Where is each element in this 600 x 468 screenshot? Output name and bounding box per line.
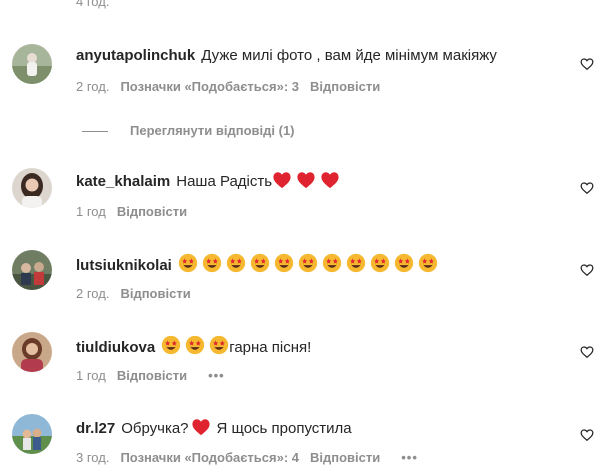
- star-struck-emoji-icon: [162, 335, 181, 355]
- red-heart-emoji-icon: [320, 171, 344, 195]
- comment-text: Наша Радість: [176, 173, 273, 190]
- view-replies-label: Переглянути відповіді (1): [130, 123, 295, 138]
- comment-body: anyutapolinchuk Дуже милі фото , вам йде …: [76, 46, 497, 66]
- comment-like-count[interactable]: Позначки «Подобається»: 4: [120, 450, 299, 465]
- comment-body: kate_khalaim Наша Радість: [76, 171, 344, 195]
- comment-text: Я щось пропустила: [216, 420, 352, 437]
- reply-button[interactable]: Відповісти: [117, 204, 187, 219]
- red-heart-emoji-icon: [272, 171, 296, 195]
- comment-username[interactable]: dr.l27: [76, 420, 115, 437]
- comment-meta: 1 год Відповісти: [76, 204, 198, 220]
- star-struck-emoji-icon: [322, 253, 342, 273]
- comment-username[interactable]: kate_khalaim: [76, 173, 170, 190]
- comment-time[interactable]: 2 год.: [76, 286, 109, 301]
- avatar[interactable]: [12, 332, 52, 372]
- star-struck-emoji-icon: [370, 253, 390, 273]
- comment-body: tiuldiukova гарна пісня!: [76, 335, 311, 361]
- comment-meta: 1 год Відповісти •••: [76, 368, 236, 384]
- heart-outline-icon[interactable]: [580, 57, 594, 71]
- comment-body: dr.l27 Обручка? Я щось пропустила: [76, 418, 352, 442]
- comment-time[interactable]: 2 год.: [76, 79, 109, 94]
- comment-username[interactable]: anyutapolinchuk: [76, 47, 195, 64]
- comment-meta: 3 год. Позначки «Подобається»: 4 Відповіст…: [76, 450, 429, 466]
- comment-username[interactable]: tiuldiukova: [76, 339, 155, 356]
- star-struck-emoji-icon: [274, 253, 294, 273]
- comment-meta: 2 год. Відповісти: [76, 286, 202, 302]
- star-struck-emoji-icon: [250, 253, 270, 273]
- red-heart-emoji-icon: [191, 418, 215, 442]
- comment-text: гарна пісня!: [229, 339, 312, 356]
- heart-outline-icon[interactable]: [580, 181, 594, 195]
- reply-button[interactable]: Відповісти: [310, 79, 380, 94]
- star-struck-emoji-icon: [202, 253, 222, 273]
- replies-divider: [82, 131, 108, 133]
- comment-meta: 2 год. Позначки «Подобається»: 3 Відповіст…: [76, 79, 391, 95]
- red-heart-emoji-icon: [296, 171, 320, 195]
- more-options-button[interactable]: •••: [208, 368, 225, 383]
- comment-username[interactable]: lutsiuknikolai: [76, 257, 172, 274]
- more-options-button[interactable]: •••: [401, 450, 418, 465]
- reply-button[interactable]: Відповісти: [310, 450, 380, 465]
- heart-outline-icon[interactable]: [580, 263, 594, 277]
- avatar[interactable]: [12, 44, 52, 84]
- star-struck-emoji-icon: [418, 253, 438, 273]
- star-struck-emoji-icon: [346, 253, 366, 273]
- view-replies-button[interactable]: Переглянути відповіді (1): [82, 123, 295, 138]
- star-struck-emoji-icon: [178, 253, 198, 273]
- star-struck-emoji-icon: [298, 253, 318, 273]
- avatar[interactable]: [12, 414, 52, 454]
- heart-outline-icon[interactable]: [580, 345, 594, 359]
- comments-panel: 4 год. anyutapolinchuk Дуже милі фото , в…: [0, 0, 600, 468]
- star-struck-emoji-icon: [186, 335, 205, 355]
- comment-body: lutsiuknikolai: [76, 253, 442, 279]
- comment-text: Обручка?: [121, 420, 189, 437]
- avatar[interactable]: [12, 168, 52, 208]
- heart-outline-icon[interactable]: [580, 428, 594, 442]
- comment-time[interactable]: 1 год: [76, 368, 106, 383]
- comment-time[interactable]: 3 год.: [76, 450, 109, 465]
- star-struck-emoji-icon: [394, 253, 414, 273]
- reply-button[interactable]: Відповісти: [117, 368, 187, 383]
- star-struck-emoji-icon: [210, 335, 229, 355]
- emoji-group: [161, 335, 229, 361]
- reply-button[interactable]: Відповісти: [120, 286, 190, 301]
- avatar[interactable]: [12, 250, 52, 290]
- previous-comment-time: 4 год.: [76, 0, 110, 9]
- comment-like-count[interactable]: Позначки «Подобається»: 3: [120, 79, 299, 94]
- star-struck-emoji-icon: [226, 253, 246, 273]
- emoji-group: [178, 253, 442, 279]
- comment-time[interactable]: 1 год: [76, 204, 106, 219]
- comment-text: Дуже милі фото , вам йде мінімум макіяжу: [201, 47, 497, 64]
